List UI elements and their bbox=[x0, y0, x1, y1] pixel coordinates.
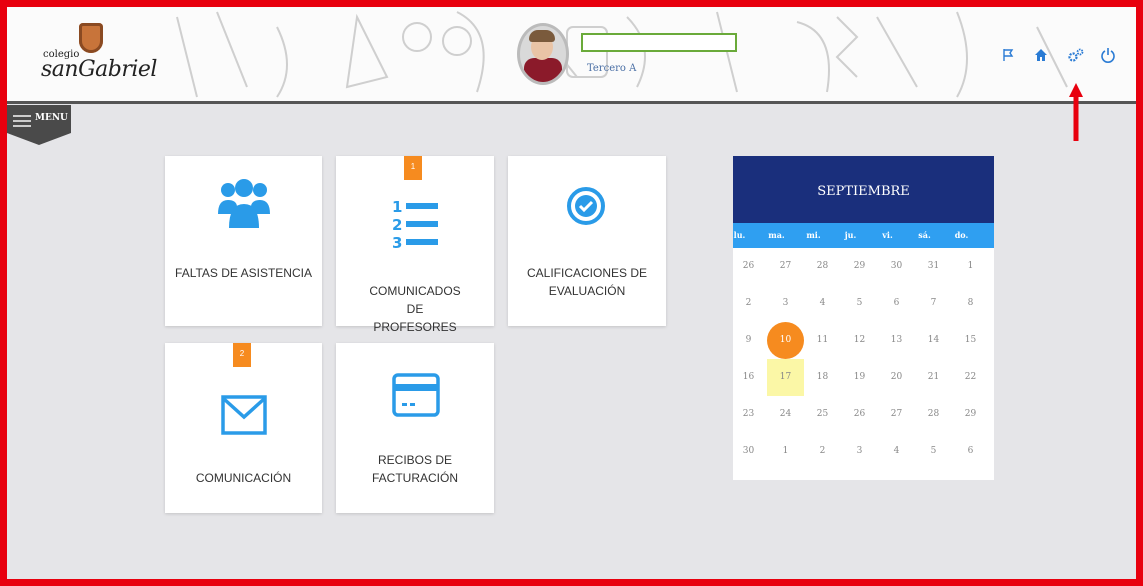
logo-name-text: sanGabriel bbox=[41, 57, 157, 82]
calendar-day[interactable]: 27 bbox=[767, 248, 804, 285]
calendar-day[interactable]: 27 bbox=[878, 396, 915, 433]
calendar-day[interactable]: 6 bbox=[952, 433, 989, 470]
calendar-day[interactable]: 20 bbox=[878, 359, 915, 396]
weekday-label: lu. bbox=[733, 230, 746, 240]
calendar-day[interactable]: 12 bbox=[841, 322, 878, 359]
calendar-day[interactable]: 23 bbox=[730, 396, 767, 433]
calendar-day[interactable]: 9 bbox=[730, 322, 767, 359]
calendar-day[interactable]: 29 bbox=[841, 248, 878, 285]
calendar-day[interactable]: 28 bbox=[915, 396, 952, 433]
home-icon[interactable] bbox=[1033, 47, 1049, 63]
tile-title: CALIFICACIONES DE EVALUACIÓN bbox=[526, 266, 648, 298]
tile-calificaciones-evaluacion[interactable]: CALIFICACIONES DE EVALUACIÓN bbox=[508, 156, 666, 326]
weekday-label: ma. bbox=[768, 230, 785, 240]
numbered-list-icon: 1 2 3 bbox=[392, 198, 438, 252]
school-crest-icon bbox=[79, 23, 103, 53]
calendar-day[interactable]: 13 bbox=[878, 322, 915, 359]
calendar-day[interactable]: 4 bbox=[878, 433, 915, 470]
menu-label: MENU bbox=[35, 113, 68, 123]
credit-card-icon bbox=[392, 373, 440, 417]
calendar-day[interactable]: 8 bbox=[952, 285, 989, 322]
student-avatar[interactable] bbox=[517, 23, 569, 85]
calendar-day[interactable]: 19 bbox=[841, 359, 878, 396]
tile-title: COMUNICADOS DE PROFESORES bbox=[369, 284, 461, 334]
calendar-day[interactable]: 2 bbox=[730, 285, 767, 322]
calendar-day[interactable]: 22 bbox=[952, 359, 989, 396]
calendar-day[interactable]: 3 bbox=[841, 433, 878, 470]
calendar-day[interactable]: 24 bbox=[767, 396, 804, 433]
tile-comunicados-profesores[interactable]: 1 1 2 3 COMUNICADOS DE PROFESORES bbox=[336, 156, 494, 334]
tile-title: RECIBOS DE FACTURACIÓN bbox=[371, 453, 458, 485]
calendar-day[interactable]: 18 bbox=[804, 359, 841, 396]
school-logo[interactable]: colegio sanGabriel bbox=[35, 21, 157, 91]
tile-title: COMUNICACIÓN bbox=[195, 471, 292, 485]
calendar-day[interactable]: 30 bbox=[878, 248, 915, 285]
calendar-header: SEPTIEMBRE bbox=[733, 156, 994, 223]
calendar-widget: SEPTIEMBRE lu. ma. mi. ju. vi. sá. do. 2… bbox=[733, 156, 994, 480]
notification-badge: 2 bbox=[233, 343, 251, 367]
red-arrow-annotation bbox=[1069, 83, 1083, 141]
settings-gears-icon[interactable] bbox=[1067, 47, 1084, 63]
top-header: colegio sanGabriel Tercero A bbox=[7, 7, 1136, 104]
power-icon[interactable] bbox=[1100, 47, 1116, 63]
calendar-day[interactable]: 5 bbox=[915, 433, 952, 470]
tile-faltas-asistencia[interactable]: FALTAS DE ASISTENCIA bbox=[165, 156, 322, 326]
tile-comunicacion[interactable]: 2 COMUNICACIÓN bbox=[165, 343, 322, 513]
calendar-day[interactable]: 4 bbox=[804, 285, 841, 322]
calendar-day[interactable]: 1 bbox=[767, 433, 804, 470]
users-icon bbox=[218, 179, 270, 228]
flag-icon[interactable] bbox=[1001, 47, 1017, 63]
calendar-day[interactable]: 21 bbox=[915, 359, 952, 396]
tile-recibos-facturacion[interactable]: RECIBOS DE FACTURACIÓN bbox=[336, 343, 494, 513]
calendar-day[interactable]: 29 bbox=[952, 396, 989, 433]
calendar-weekday-row: lu. ma. mi. ju. vi. sá. do. bbox=[733, 223, 994, 248]
menu-toggle[interactable]: MENU bbox=[7, 105, 71, 145]
svg-text:1: 1 bbox=[392, 198, 402, 216]
calendar-day[interactable]: 7 bbox=[915, 285, 952, 322]
calendar-day-today[interactable]: 17 bbox=[767, 359, 804, 396]
hamburger-icon bbox=[13, 115, 31, 127]
calendar-day[interactable]: 31 bbox=[915, 248, 952, 285]
calendar-day[interactable]: 5 bbox=[841, 285, 878, 322]
tile-title: FALTAS DE ASISTENCIA bbox=[175, 266, 312, 280]
svg-text:2: 2 bbox=[392, 216, 402, 234]
calendar-day[interactable]: 1 bbox=[952, 248, 989, 285]
calendar-day[interactable]: 16 bbox=[730, 359, 767, 396]
calendar-day[interactable]: 11 bbox=[804, 322, 841, 359]
calendar-day[interactable]: 30 bbox=[730, 433, 767, 470]
notification-badge: 1 bbox=[404, 156, 422, 180]
svg-text:3: 3 bbox=[392, 234, 402, 252]
calendar-day[interactable]: 14 bbox=[915, 322, 952, 359]
weekday-label: sá. bbox=[918, 230, 931, 240]
weekday-label: vi. bbox=[882, 230, 893, 240]
calendar-day[interactable]: 2 bbox=[804, 433, 841, 470]
calendar-day[interactable]: 3 bbox=[767, 285, 804, 322]
calendar-day[interactable]: 6 bbox=[878, 285, 915, 322]
calendar-day[interactable]: 25 bbox=[804, 396, 841, 433]
calendar-month: SEPTIEMBRE bbox=[817, 184, 910, 199]
weekday-label: do. bbox=[954, 230, 969, 240]
calendar-day[interactable]: 15 bbox=[952, 322, 989, 359]
check-circle-icon bbox=[567, 187, 605, 225]
student-grade: Tercero A bbox=[587, 63, 637, 74]
calendar-day[interactable]: 26 bbox=[841, 396, 878, 433]
calendar-day-selected[interactable]: 10 bbox=[767, 322, 804, 359]
screenshot-frame: colegio sanGabriel Tercero A MENU FALTAS… bbox=[0, 0, 1143, 586]
calendar-day[interactable]: 26 bbox=[730, 248, 767, 285]
weekday-label: ju. bbox=[844, 230, 857, 240]
envelope-icon bbox=[221, 395, 267, 435]
background-doodles bbox=[176, 11, 1068, 98]
weekday-label: mi. bbox=[806, 230, 821, 240]
calendar-day[interactable]: 28 bbox=[804, 248, 841, 285]
student-name-field bbox=[581, 33, 737, 52]
